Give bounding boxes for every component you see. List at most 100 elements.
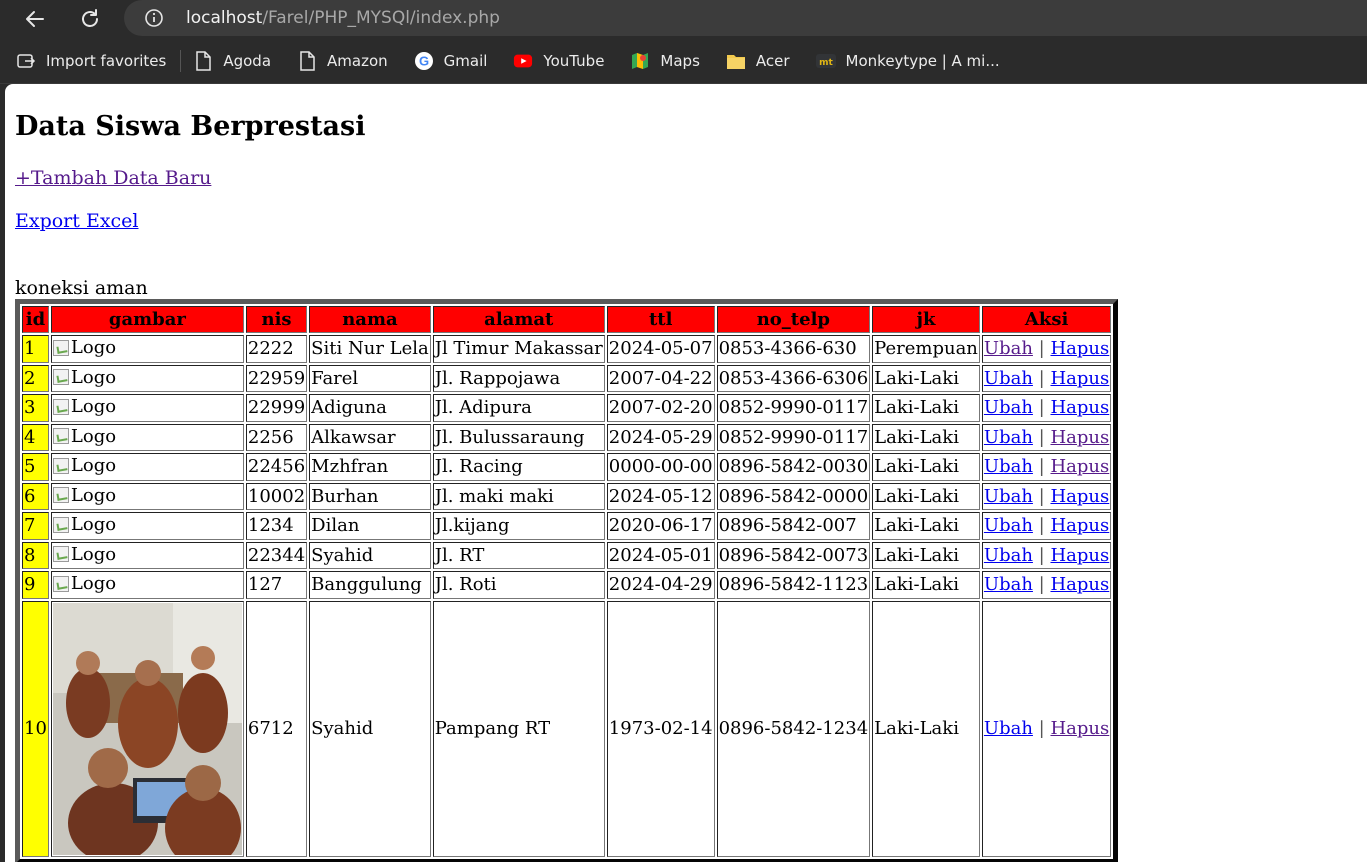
connection-status: koneksi aman (15, 277, 148, 299)
image-alt-text: Logo (70, 484, 117, 506)
cell-aksi: Ubah | Hapus (981, 453, 1112, 481)
cell-aksi: Ubah | Hapus (981, 541, 1112, 569)
bookmark-label: YouTube (543, 51, 605, 70)
back-button[interactable] (20, 4, 50, 34)
cell-jk: Laki-Laki (872, 541, 980, 569)
table-row: 7 Logo 1234 Dilan Jl.kijang 2020-06-17 0… (22, 512, 1112, 540)
cell-ttl: 2024-04-29 (606, 571, 715, 599)
cell-alamat: Jl. Rappojawa (432, 364, 605, 392)
bookmark-agoda[interactable]: Agoda (193, 50, 271, 71)
column-header-nis: nis (245, 306, 308, 333)
table-row: 4 Logo 2256 Alkawsar Jl. Bulussaraung 20… (22, 423, 1112, 451)
edit-link[interactable]: Ubah (984, 515, 1033, 536)
cell-alamat: Pampang RT (432, 600, 605, 857)
broken-image-icon (52, 546, 69, 562)
edit-link[interactable]: Ubah (984, 338, 1033, 359)
reload-icon (82, 9, 98, 27)
edit-link[interactable]: Ubah (984, 545, 1033, 566)
cell-id: 5 (22, 453, 49, 481)
image-alt-text: Logo (70, 396, 117, 417)
action-separator: | (1038, 544, 1045, 566)
delete-link[interactable]: Hapus (1050, 718, 1109, 739)
edit-link[interactable]: Ubah (984, 718, 1033, 739)
table-row: 6 Logo 10002 Burhan Jl. maki maki 2024-0… (22, 482, 1112, 510)
cell-nis: 127 (245, 571, 308, 599)
cell-id: 1 (22, 335, 49, 363)
image-alt-text: Logo (70, 543, 117, 565)
address-bar[interactable]: localhost/Farel/PHP_MYSQl/index.php (124, 0, 1367, 36)
bookmark-maps[interactable]: Maps (630, 51, 700, 71)
cell-aksi: Ubah | Hapus (981, 482, 1112, 510)
broken-image: Logo (52, 543, 117, 565)
image-alt-text: Logo (70, 337, 117, 358)
edit-link[interactable]: Ubah (984, 574, 1033, 595)
cell-gambar: Logo (50, 364, 244, 392)
delete-link[interactable]: Hapus (1050, 338, 1109, 359)
bookmark-acer[interactable]: Acer (726, 51, 790, 71)
add-data-link[interactable]: +Tambah Data Baru (15, 167, 1367, 189)
bookmark-youtube[interactable]: YouTube (513, 51, 604, 71)
cell-aksi: Ubah | Hapus (981, 423, 1112, 451)
cell-nama: Mzhfran (309, 453, 431, 481)
action-separator: | (1038, 456, 1045, 478)
cell-ttl: 2024-05-01 (606, 541, 715, 569)
broken-image: Logo (52, 573, 116, 594)
cell-aksi: Ubah | Hapus (981, 571, 1112, 599)
cell-nis: 1234 (245, 512, 308, 540)
column-header-aksi: Aksi (981, 306, 1112, 333)
cell-gambar: Logo (50, 423, 244, 451)
cell-no-telp: 0896-5842-0073 (716, 541, 871, 569)
cell-jk: Laki-Laki (872, 571, 980, 599)
svg-text:mt: mt (819, 58, 833, 68)
delete-link[interactable]: Hapus (1050, 486, 1109, 507)
bookmark-amazon[interactable]: Amazon (297, 50, 388, 71)
edit-link[interactable]: Ubah (984, 397, 1033, 418)
edit-link[interactable]: Ubah (984, 368, 1033, 389)
cell-aksi: Ubah | Hapus (981, 335, 1112, 363)
edit-link[interactable]: Ubah (984, 486, 1033, 507)
bookmark-import-favorites[interactable]: Import favorites (16, 51, 166, 71)
export-excel-link[interactable]: Export Excel (15, 210, 1367, 232)
cell-no-telp: 0896-5842-0000 (716, 482, 871, 510)
cell-nama: Adiguna (309, 394, 431, 422)
delete-link[interactable]: Hapus (1050, 427, 1109, 448)
page-icon (297, 50, 317, 71)
delete-link[interactable]: Hapus (1050, 545, 1109, 566)
cell-jk: Laki-Laki (872, 394, 980, 422)
delete-link[interactable]: Hapus (1050, 574, 1109, 595)
bookmark-gmail[interactable]: G Gmail (414, 51, 487, 71)
column-header-gambar: gambar (50, 306, 244, 333)
cell-alamat: Jl. Racing (432, 453, 605, 481)
cell-id: 9 (22, 571, 49, 599)
info-icon[interactable] (144, 8, 164, 28)
cell-no-telp: 0853-4366-6306 (716, 364, 871, 392)
cell-aksi: Ubah | Hapus (981, 512, 1112, 540)
cell-no-telp: 0852-9990-0117 (716, 423, 871, 451)
cell-no-telp: 0896-5842-0030 (716, 453, 871, 481)
bookmark-label: Monkeytype | A mi... (845, 51, 1000, 70)
delete-link[interactable]: Hapus (1050, 456, 1109, 477)
youtube-icon (513, 51, 533, 71)
arrow-left-icon (26, 11, 44, 27)
column-header-id: id (22, 306, 49, 333)
cell-jk: Laki-Laki (872, 423, 980, 451)
edit-link[interactable]: Ubah (984, 456, 1033, 477)
cell-nama: Farel (309, 364, 431, 392)
table-header-row: id gambar nis nama alamat ttl no_telp jk… (22, 306, 1112, 333)
cell-jk: Laki-Laki (872, 453, 980, 481)
edit-link[interactable]: Ubah (984, 427, 1033, 448)
url-path: /Farel/PHP_MYSQl/index.php (262, 8, 500, 28)
delete-link[interactable]: Hapus (1050, 515, 1109, 536)
reload-button[interactable] (75, 4, 105, 34)
bookmark-monkeytype[interactable]: mt Monkeytype | A mi... (815, 51, 1000, 71)
bookmark-label: Amazon (327, 51, 388, 70)
cell-no-telp: 0853-4366-630 (716, 335, 871, 363)
cell-jk: Laki-Laki (872, 364, 980, 392)
delete-link[interactable]: Hapus (1050, 368, 1109, 389)
cell-aksi: Ubah | Hapus (981, 394, 1112, 422)
cell-gambar: Logo (50, 571, 244, 599)
delete-link[interactable]: Hapus (1050, 397, 1109, 418)
action-separator: | (1038, 485, 1045, 507)
cell-id: 4 (22, 423, 49, 451)
image-alt-text: Logo (70, 425, 117, 447)
